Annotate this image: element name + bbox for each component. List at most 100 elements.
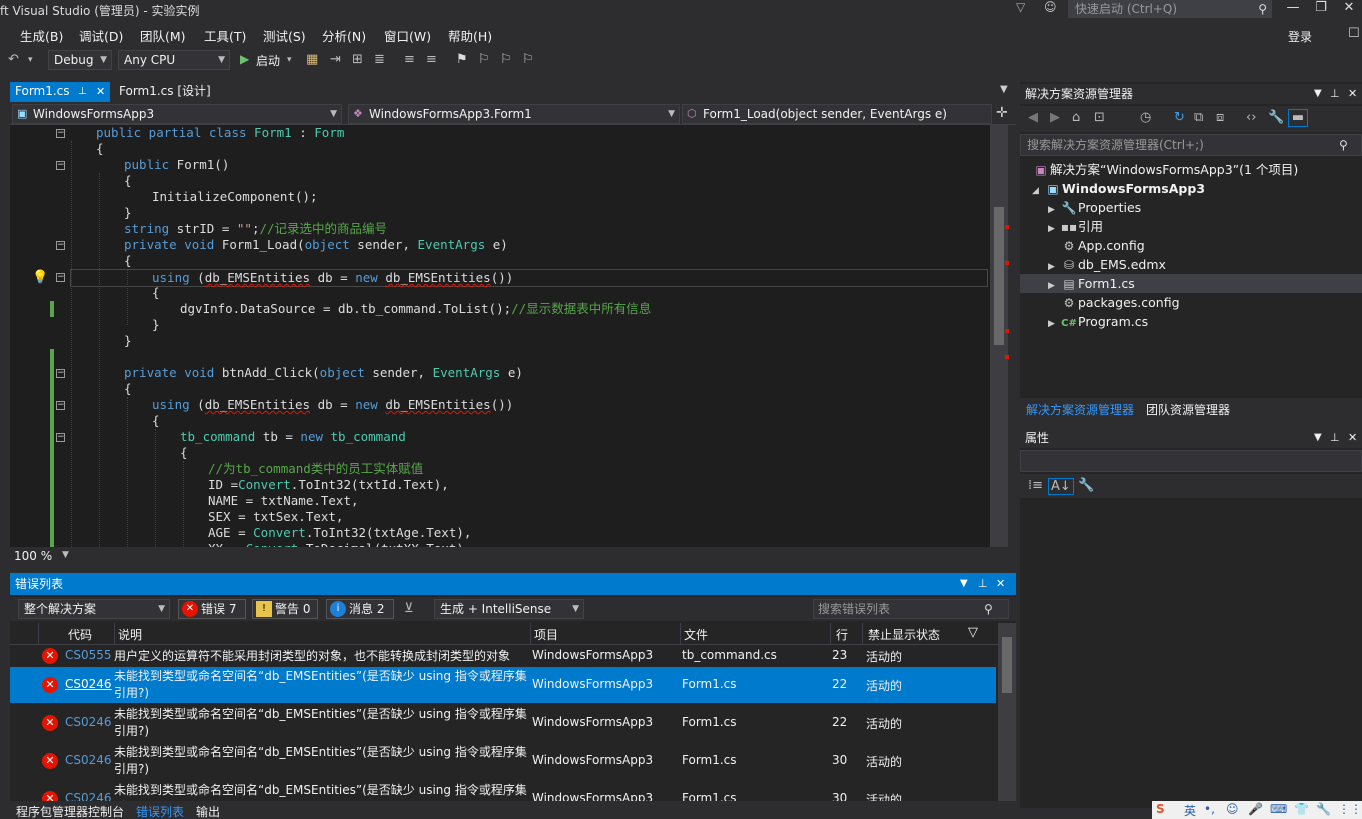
uncomment-icon[interactable]: ≡ [426,52,437,67]
messages-filter-button[interactable]: i 消息 2 [326,599,394,619]
zoom-level[interactable]: 100 % [14,549,52,563]
tree-item-form1[interactable]: ▶ ▤ Form1.cs [1020,274,1362,293]
tree-item-properties[interactable]: ▶ 🔧 Properties [1048,198,1141,217]
format-icon[interactable]: ≣ [374,52,385,67]
tree-item-app-config[interactable]: ⚙ App.config [1048,236,1145,255]
close-icon[interactable]: ✕ [96,82,105,101]
column-code[interactable]: 代码 [68,626,92,643]
split-icon[interactable]: ✛ [996,105,1008,121]
build-filter-select[interactable]: 生成 + IntelliSense ▼ [434,599,584,619]
forward-icon[interactable]: ▶ [1050,110,1060,125]
menu-team[interactable]: 团队(M) [140,26,186,45]
menu-analyze[interactable]: 分析(N) [322,26,366,45]
pin-icon[interactable]: ⊥ [978,573,988,595]
preview-icon[interactable]: ▬ [1288,109,1308,127]
skin-icon[interactable]: 👕 [1294,802,1309,816]
switch-views-icon[interactable]: ⊡ [1094,110,1105,125]
solution-search-input[interactable]: 搜索解决方案资源管理器(Ctrl+;) ⚲ [1020,134,1362,156]
class-navigator[interactable]: ❖ WindowsFormsApp3.Form1 ▼ [348,104,680,124]
project-navigator[interactable]: ▣ WindowsFormsApp3 ▼ [12,104,342,124]
column-project[interactable]: 项目 [534,626,558,643]
select-icon[interactable]: ⊞ [352,52,363,67]
tab-overflow-icon[interactable]: ▼ [1000,84,1008,95]
menu-help[interactable]: 帮助(H) [448,26,492,45]
login-link[interactable]: 登录 [1288,28,1312,45]
tab-form1-designer[interactable]: Form1.cs [设计] [114,82,224,102]
keyboard-icon[interactable]: ⌨ [1270,802,1287,816]
menu-tools[interactable]: 工具(T) [204,26,246,45]
next-bookmark-icon[interactable]: ⚐ [500,52,512,67]
start-button[interactable]: 启动 [256,52,280,69]
table-row[interactable]: ✕ CS0246 未能找到类型或命名空间名“db_EMSEntities”(是否… [10,781,996,801]
quick-launch-input[interactable]: 快速启动 (Ctrl+Q) ⚲ [1068,0,1272,18]
lightbulb-icon[interactable]: 💡 [32,270,48,285]
pin-icon[interactable]: ⊥ [1330,428,1340,448]
undo-icon[interactable]: ↶ [8,52,19,67]
tree-item-references[interactable]: ▶ ▪▪引用 [1048,217,1103,236]
scope-select[interactable]: 整个解决方案 ▼ [18,599,170,619]
play-icon[interactable]: ▶ [240,52,249,66]
property-pages-icon[interactable]: 🔧 [1078,478,1094,493]
fold-icon[interactable]: − [56,273,65,282]
editor-horizontal-scrollbar[interactable]: 100 % ▼ [10,548,1016,566]
chevron-down-icon[interactable]: ▼ [1314,84,1322,104]
tab-output[interactable]: 输出 [196,803,220,819]
prev-bookmark-icon[interactable]: ⚐ [478,52,490,67]
properties-icon[interactable]: 🔧 [1268,110,1284,125]
pin-icon[interactable]: ⊥ [1330,84,1340,104]
tree-item-edmx[interactable]: ▶ ⛁ db_EMS.edmx [1048,255,1166,274]
editor-vertical-scrollbar[interactable] [990,125,1009,547]
expanded-icon[interactable]: ◢ [1032,182,1044,201]
microphone-icon[interactable]: 🎤 [1248,802,1263,816]
table-row[interactable]: ✕ CS0555 用户定义的运算符不能采用封闭类型的对象，也不能转换成封闭类型的… [10,645,996,667]
fold-icon[interactable]: − [56,401,65,410]
show-all-files-icon[interactable]: ⧈ [1216,110,1224,125]
tree-solution[interactable]: ▣ 解决方案“WindowsFormsApp3”(1 个项目) [1032,160,1298,179]
error-list-scrollbar[interactable] [998,623,1016,801]
column-suppression-state[interactable]: 禁止显示状态 [868,626,940,643]
menu-test[interactable]: 测试(S) [263,26,306,45]
tab-error-list[interactable]: 错误列表 [136,803,184,819]
fold-icon[interactable]: − [56,129,65,138]
menu-window[interactable]: 窗口(W) [384,26,431,45]
sogou-icon[interactable]: S [1156,802,1165,816]
tools-icon[interactable]: 🔧 [1316,802,1331,816]
fold-icon[interactable]: − [56,433,65,442]
code-area[interactable]: 💡 − − − − − − − public partial class For… [10,125,990,547]
warnings-filter-button[interactable]: ! 警告 0 [252,599,318,619]
tree-item-packages-config[interactable]: ⚙ packages.config [1048,293,1180,312]
chevron-down-icon[interactable]: ▼ [960,573,968,595]
browse-icon[interactable]: ▦ [306,52,318,67]
platform-select[interactable]: Any CPU ▼ [118,50,230,70]
pending-changes-icon[interactable]: ◷ [1140,110,1151,125]
close-icon[interactable]: ✕ [996,573,1005,595]
account-icon[interactable]: ☐ [1348,26,1360,41]
categorized-icon[interactable]: ⁞≡ [1028,478,1043,493]
filter-icon[interactable]: ▽ [1016,0,1025,14]
column-description[interactable]: 说明 [118,626,142,643]
restore-icon[interactable]: ❐ [1310,0,1332,18]
tab-solution-explorer[interactable]: 解决方案资源管理器 [1026,401,1134,418]
alphabetical-icon[interactable]: A↓ [1048,478,1074,495]
tab-package-manager-console[interactable]: 程序包管理器控制台 [16,803,124,819]
pin-icon[interactable]: ⊥ [78,82,87,101]
chevron-down-icon[interactable]: ▼ [1314,428,1322,448]
bookmark-icon[interactable]: ⚑ [456,52,468,67]
clear-bookmark-icon[interactable]: ⚐ [522,52,534,67]
refresh-icon[interactable]: ↻ [1174,110,1185,125]
column-file[interactable]: 文件 [684,626,708,643]
table-row[interactable]: ✕ CS0246 未能找到类型或命名空间名“db_EMSEntities”(是否… [10,743,996,779]
tree-item-program[interactable]: ▶ C#Program.cs [1048,312,1148,331]
column-line[interactable]: 行 [836,626,848,643]
configuration-select[interactable]: Debug ▼ [48,50,112,70]
feedback-icon[interactable]: ☺ [1044,0,1057,14]
ime-mode-label[interactable]: 英 [1184,802,1196,819]
menu-build[interactable]: 生成(B) [20,26,63,45]
back-icon[interactable]: ◀ [1028,110,1038,125]
error-code[interactable]: CS0246 [65,753,112,767]
fold-icon[interactable]: − [56,369,65,378]
table-row[interactable]: ✕ CS0246 未能找到类型或命名空间名“db_EMSEntities”(是否… [10,667,996,703]
scrollbar-thumb[interactable] [1002,637,1012,693]
error-code[interactable]: CS0246 [65,791,112,801]
punctuation-icon[interactable]: •, [1204,802,1215,816]
